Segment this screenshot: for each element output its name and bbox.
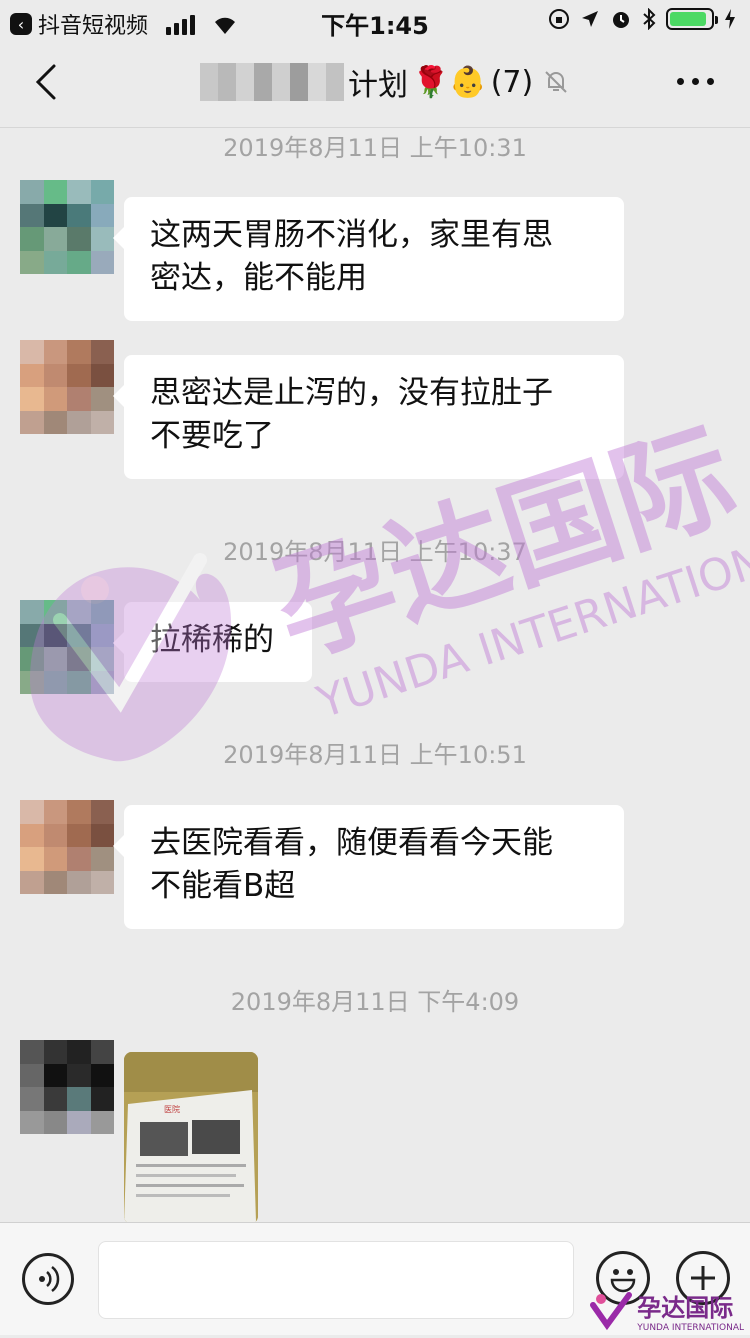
corner-logo-mark: [590, 1291, 633, 1330]
chat-title-text: 计划: [348, 68, 408, 103]
message-bubble[interactable]: 思密达是止泻的，没有拉肚子 不要吃了: [113, 355, 624, 479]
battery-icon: [666, 8, 718, 30]
more-options-icon[interactable]: [677, 78, 714, 85]
chat-header: 计划 🌹👶 (7): [0, 42, 750, 128]
avatar[interactable]: [20, 180, 114, 274]
corner-logo: 孕达国际 YUNDA INTERNATIONAL: [589, 1288, 744, 1333]
message-bubble[interactable]: 去医院看看，随便看看今天能 不能看B超: [113, 805, 624, 929]
chat-title: 计划 🌹👶 (7): [200, 60, 569, 104]
corner-logo-en: YUNDA INTERNATIONAL: [637, 1323, 744, 1333]
corner-logo-cn: 孕达国际: [637, 1294, 734, 1322]
back-icon[interactable]: [28, 62, 68, 102]
member-count: (7): [490, 64, 534, 100]
avatar[interactable]: [20, 1040, 114, 1134]
image-message[interactable]: 医院: [124, 1052, 258, 1224]
alarm-icon: [613, 12, 629, 28]
rotation-lock-icon: [549, 9, 569, 29]
timestamp: 2019年8月11日 下午4:09: [230, 988, 520, 1016]
message-input[interactable]: [98, 1241, 574, 1319]
charging-icon: [725, 9, 735, 29]
mute-bell-icon: [545, 71, 567, 93]
status-bar: ‹ 抖音短视频 下午1:45: [0, 0, 750, 42]
chat-title-emoji: 🌹👶: [412, 64, 487, 100]
timestamp: 2019年8月11日 上午10:51: [223, 741, 527, 769]
svg-text:医院: 医院: [164, 1104, 180, 1114]
avatar[interactable]: [20, 800, 114, 894]
bluetooth-icon: [643, 8, 656, 30]
voice-input-icon[interactable]: [22, 1253, 74, 1305]
message-bubble[interactable]: 这两天胃肠不消化，家里有思 密达，能不能用: [113, 197, 624, 321]
timestamp: 2019年8月11日 上午10:37: [223, 538, 527, 566]
ultrasound-report-photo: 医院: [124, 1052, 258, 1224]
status-right-group: [548, 8, 736, 30]
avatar[interactable]: [20, 600, 114, 694]
blurred-group-name: [200, 63, 344, 101]
avatar[interactable]: [20, 340, 114, 434]
location-icon: [582, 11, 598, 27]
input-bar: 孕达国际 YUNDA INTERNATIONAL: [0, 1222, 750, 1335]
message-bubble[interactable]: 拉稀稀的: [113, 602, 312, 682]
timestamp: 2019年8月11日 上午10:31: [223, 134, 527, 162]
